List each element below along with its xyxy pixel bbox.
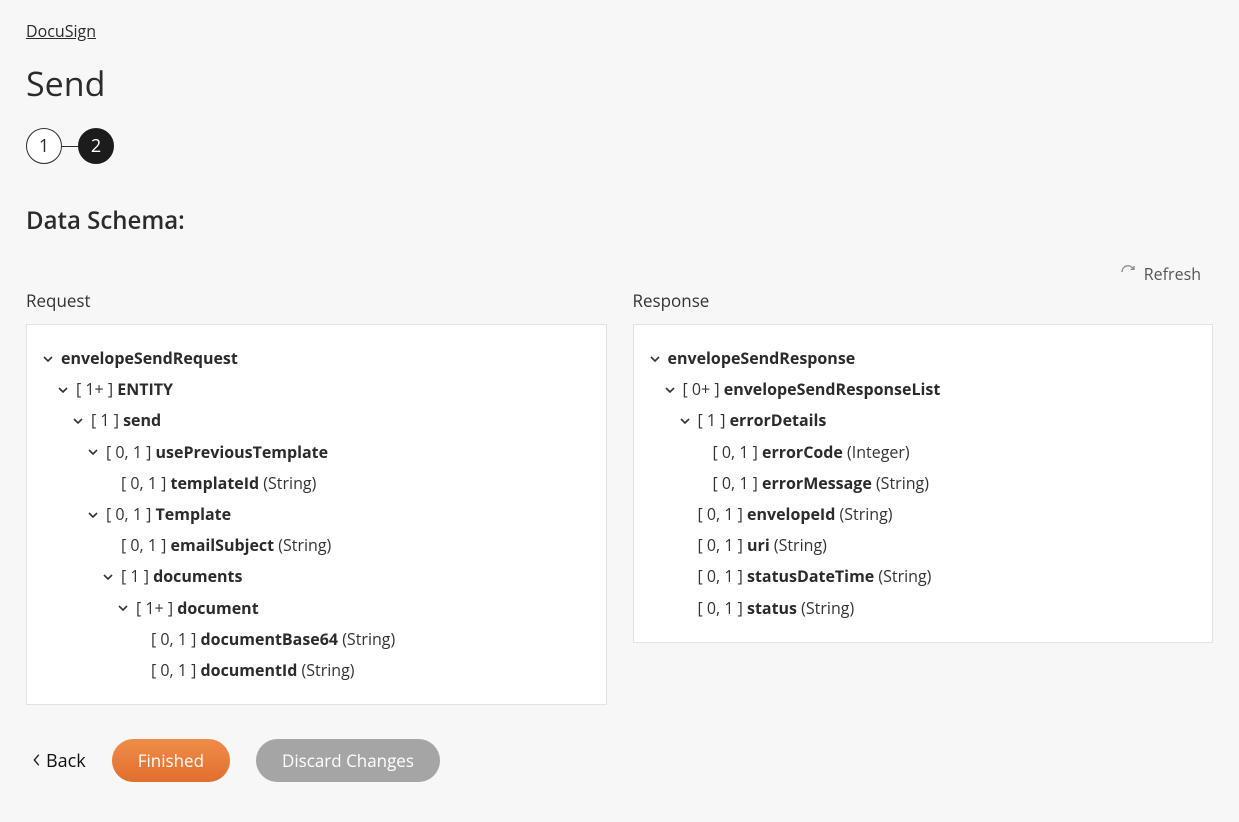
page-title: Send bbox=[26, 60, 1213, 106]
breadcrumb: DocuSign bbox=[26, 20, 1213, 42]
tree-children: [ 1 ] send[ 0, 1 ] usePreviousTemplate[ … bbox=[56, 405, 592, 686]
tree-node-label: [ 0, 1 ] templateId (String) bbox=[121, 468, 316, 499]
tree-children: [ 1 ] errorDetails[ 0, 1 ] errorCode (In… bbox=[663, 405, 1199, 623]
tree-node-label: [ 0, 1 ] Template bbox=[106, 499, 231, 530]
tree-children: [ 1+ ] document[ 0, 1 ] documentBase64 (… bbox=[101, 593, 592, 687]
tree-children: [ 0, 1 ] usePreviousTemplate[ 0, 1 ] tem… bbox=[71, 437, 592, 687]
chevron-down-icon[interactable] bbox=[71, 414, 85, 428]
chevron-down-icon[interactable] bbox=[648, 352, 662, 366]
tree-node[interactable]: [ 1 ] documents bbox=[101, 561, 592, 592]
tree-node-label: [ 1+ ] document bbox=[136, 593, 259, 624]
tree-children: [ 1+ ] ENTITY[ 1 ] send[ 0, 1 ] usePrevi… bbox=[41, 374, 592, 686]
tree-node: [ 0, 1 ] documentId (String) bbox=[131, 655, 592, 686]
tree-node: [ 0, 1 ] emailSubject (String) bbox=[101, 530, 592, 561]
tree-node-label: envelopeSendResponse bbox=[668, 343, 856, 374]
tree-node-label: [ 0, 1 ] documentId (String) bbox=[151, 655, 355, 686]
tree-node[interactable]: [ 0+ ] envelopeSendResponseList bbox=[663, 374, 1199, 405]
chevron-down-icon[interactable] bbox=[41, 352, 55, 366]
chevron-down-icon[interactable] bbox=[663, 383, 677, 397]
refresh-icon bbox=[1120, 263, 1136, 285]
chevron-down-icon[interactable] bbox=[101, 570, 115, 584]
tree-node[interactable]: [ 1 ] errorDetails bbox=[678, 405, 1199, 436]
tree-children: [ 0, 1 ] documentBase64 (String)[ 0, 1 ]… bbox=[116, 624, 592, 686]
back-label: Back bbox=[46, 749, 86, 773]
tree-node-label: [ 0, 1 ] errorMessage (String) bbox=[713, 468, 929, 499]
step-2[interactable]: 2 bbox=[78, 128, 114, 164]
response-label: Response bbox=[633, 289, 1214, 312]
chevron-down-icon[interactable] bbox=[678, 414, 692, 428]
section-heading: Data Schema: bbox=[26, 204, 1213, 237]
discard-changes-button[interactable]: Discard Changes bbox=[256, 739, 440, 782]
tree-node[interactable]: [ 1 ] send bbox=[71, 405, 592, 436]
chevron-left-icon bbox=[32, 749, 42, 773]
tree-node: [ 0, 1 ] status (String) bbox=[678, 593, 1199, 624]
tree-node: [ 0, 1 ] errorCode (Integer) bbox=[693, 437, 1199, 468]
tree-children: [ 0, 1 ] templateId (String) bbox=[86, 468, 592, 499]
tree-children: [ 0, 1 ] errorCode (Integer)[ 0, 1 ] err… bbox=[678, 437, 1199, 499]
back-button[interactable]: Back bbox=[32, 749, 86, 773]
finished-button[interactable]: Finished bbox=[112, 739, 230, 782]
tree-node-label: [ 0, 1 ] statusDateTime (String) bbox=[698, 561, 932, 592]
tree-node[interactable]: [ 1+ ] document bbox=[116, 593, 592, 624]
tree-node-label: [ 0, 1 ] status (String) bbox=[698, 593, 855, 624]
tree-children: [ 0+ ] envelopeSendResponseList[ 1 ] err… bbox=[648, 374, 1199, 624]
tree-node: [ 0, 1 ] documentBase64 (String) bbox=[131, 624, 592, 655]
request-label: Request bbox=[26, 289, 607, 312]
tree-node-label: [ 0, 1 ] errorCode (Integer) bbox=[713, 437, 910, 468]
tree-node: [ 0, 1 ] uri (String) bbox=[678, 530, 1199, 561]
tree-node-label: [ 0, 1 ] documentBase64 (String) bbox=[151, 624, 395, 655]
tree-node: [ 0, 1 ] statusDateTime (String) bbox=[678, 561, 1199, 592]
breadcrumb-link-docusign[interactable]: DocuSign bbox=[26, 20, 96, 42]
tree-node-label: [ 0, 1 ] emailSubject (String) bbox=[121, 530, 331, 561]
chevron-down-icon[interactable] bbox=[116, 601, 130, 615]
tree-node[interactable]: envelopeSendRequest bbox=[41, 343, 592, 374]
chevron-down-icon[interactable] bbox=[56, 383, 70, 397]
step-separator bbox=[62, 146, 78, 147]
refresh-button[interactable]: Refresh bbox=[26, 263, 1213, 285]
tree-node[interactable]: [ 0, 1 ] Template bbox=[86, 499, 592, 530]
tree-children: [ 0, 1 ] emailSubject (String)[ 1 ] docu… bbox=[86, 530, 592, 686]
tree-node[interactable]: [ 1+ ] ENTITY bbox=[56, 374, 592, 405]
tree-node: [ 0, 1 ] envelopeId (String) bbox=[678, 499, 1199, 530]
response-tree: envelopeSendResponse[ 0+ ] envelopeSendR… bbox=[648, 343, 1199, 624]
tree-node[interactable]: envelopeSendResponse bbox=[648, 343, 1199, 374]
tree-node: [ 0, 1 ] errorMessage (String) bbox=[693, 468, 1199, 499]
tree-node-label: [ 1 ] send bbox=[91, 405, 161, 436]
chevron-down-icon[interactable] bbox=[86, 508, 100, 522]
tree-node-label: [ 0+ ] envelopeSendResponseList bbox=[683, 374, 941, 405]
step-1[interactable]: 1 bbox=[26, 128, 62, 164]
tree-node: [ 0, 1 ] templateId (String) bbox=[101, 468, 592, 499]
refresh-label: Refresh bbox=[1144, 263, 1201, 285]
chevron-down-icon[interactable] bbox=[86, 445, 100, 459]
tree-node-label: [ 0, 1 ] uri (String) bbox=[698, 530, 827, 561]
tree-node-label: [ 0, 1 ] usePreviousTemplate bbox=[106, 437, 328, 468]
tree-node-label: [ 1 ] errorDetails bbox=[698, 405, 827, 436]
request-tree: envelopeSendRequest[ 1+ ] ENTITY[ 1 ] se… bbox=[41, 343, 592, 686]
tree-node-label: [ 1+ ] ENTITY bbox=[76, 374, 173, 405]
tree-node-label: [ 0, 1 ] envelopeId (String) bbox=[698, 499, 893, 530]
step-indicator: 1 2 bbox=[26, 128, 1213, 164]
tree-node-label: [ 1 ] documents bbox=[121, 561, 242, 592]
tree-node-label: envelopeSendRequest bbox=[61, 343, 238, 374]
tree-node[interactable]: [ 0, 1 ] usePreviousTemplate bbox=[86, 437, 592, 468]
